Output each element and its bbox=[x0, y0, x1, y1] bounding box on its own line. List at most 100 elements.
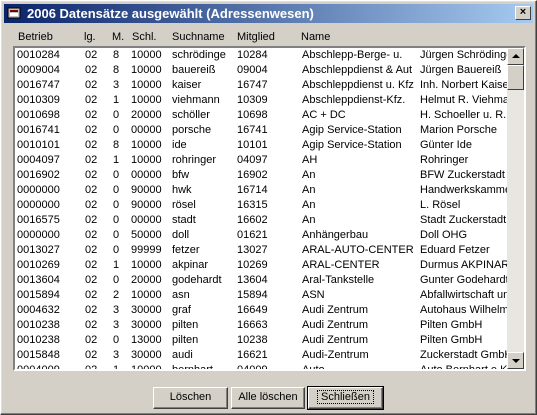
table-row[interactable]: 0013604 02 0 20000 godehardt 13604 Aral-Tankst… bbox=[15, 273, 509, 288]
table-cell: 1 bbox=[113, 154, 120, 166]
table-cell: godehardt bbox=[172, 274, 222, 286]
table-cell: 16649 bbox=[237, 304, 268, 316]
table-cell: 0 bbox=[113, 274, 120, 286]
table-cell: 13000 bbox=[131, 334, 162, 346]
table-row[interactable]: 0016902 02 0 00000 bfw 16902 An BFW Zuckerstadt… bbox=[15, 168, 509, 183]
table-row[interactable]: 0016747 02 3 10000 kaiser 16747 Abschleppdiens… bbox=[15, 78, 509, 93]
table-row[interactable]: 0010269 02 1 10000 akpinar 10269 ARAL-CENTER Du… bbox=[15, 258, 509, 273]
table-cell: Pilten GmbH bbox=[420, 334, 483, 346]
table-row[interactable]: 0010238 02 3 30000 pilten 16663 Audi Zentrum Pi… bbox=[15, 318, 509, 333]
table-cell: 0010238 bbox=[17, 334, 60, 346]
table-row[interactable]: 0004632 02 3 30000 graf 16649 Audi Zentrum Auto… bbox=[15, 303, 509, 318]
table-cell: 02 bbox=[85, 349, 98, 361]
table-cell: 0010269 bbox=[17, 259, 60, 271]
table-cell: porsche bbox=[172, 124, 212, 136]
table-row[interactable]: 0010284 02 8 10000 schrödinge 10284 Abschlepp-… bbox=[15, 48, 509, 63]
table-cell: 10000 bbox=[131, 49, 162, 61]
arrow-up-icon bbox=[512, 54, 520, 58]
table-cell: 0016575 bbox=[17, 214, 60, 226]
app-icon bbox=[7, 7, 21, 19]
table-row[interactable]: 0015848 02 3 30000 audi 16621 Audi-Zentrum Zuck… bbox=[15, 348, 509, 363]
table-cell: Pilten GmbH bbox=[420, 319, 483, 331]
table-cell: 0010309 bbox=[17, 94, 60, 106]
table-row[interactable]: 0000000 02 0 90000 hwk 16714 An Handwerkskammer… bbox=[15, 183, 509, 198]
table-cell: hwk bbox=[172, 184, 192, 196]
table-cell: 90000 bbox=[131, 184, 162, 196]
table-cell: 8 bbox=[113, 139, 120, 151]
table-cell: 0016741 bbox=[17, 124, 60, 136]
table-cell: 16315 bbox=[237, 199, 268, 211]
table-cell: Audi Zentrum bbox=[302, 334, 369, 346]
table-row[interactable]: 0010309 02 1 10000 viehmann 10309 Abschleppdie… bbox=[15, 93, 509, 108]
table-cell: 1 bbox=[113, 364, 129, 369]
table-cell: 00000 bbox=[131, 169, 162, 181]
table-cell: 02 bbox=[85, 199, 98, 211]
table-cell: Durmus AKPINAR bbox=[420, 259, 509, 271]
table-cell: 0004097 bbox=[17, 154, 60, 166]
delete-all-button[interactable]: Alle löschen bbox=[231, 387, 305, 409]
table-cell: ARAL-CENTER bbox=[302, 259, 380, 271]
close-button[interactable]: Schließen bbox=[307, 386, 384, 410]
table-cell: 10000 bbox=[131, 139, 162, 151]
table-cell: Aral-Tankstelle bbox=[302, 274, 375, 286]
table-cell: 01621 bbox=[237, 229, 268, 241]
table-row[interactable]: 0013027 02 0 99999 fetzer 13027 ARAL-AUTO-CENT… bbox=[15, 243, 509, 258]
table-row[interactable]: 0000000 02 0 90000 rösel 16315 An L. Rösel bbox=[15, 198, 509, 213]
table-cell: 8 bbox=[113, 49, 120, 61]
delete-button[interactable]: Löschen bbox=[153, 387, 228, 409]
table-cell: Audi-Zentrum bbox=[302, 349, 369, 361]
table-cell: Agip Service-Station bbox=[302, 139, 402, 151]
table-cell: Auto bbox=[302, 364, 419, 369]
scroll-down-button[interactable] bbox=[507, 352, 524, 369]
table-cell: 50000 bbox=[131, 229, 162, 241]
table-cell: Abschlepp-Berge- u. bbox=[302, 49, 403, 61]
table-cell: 02 bbox=[85, 49, 98, 61]
table-cell: BFW Zuckerstadt gGmbH bbox=[420, 169, 509, 181]
table-cell: 10000 bbox=[131, 79, 162, 91]
close-window-button[interactable]: × bbox=[515, 6, 531, 20]
table-cell: 0 bbox=[113, 169, 120, 181]
scroll-up-button[interactable] bbox=[507, 48, 524, 65]
table-row[interactable]: 0010101 02 8 10000 ide 10101 Agip Service-Stat… bbox=[15, 138, 509, 153]
table-cell: stadt bbox=[172, 214, 196, 226]
table-cell: 0 bbox=[113, 334, 120, 346]
table-cell: 10284 bbox=[237, 49, 268, 61]
scroll-thumb[interactable] bbox=[507, 65, 524, 90]
table-cell: 02 bbox=[85, 259, 98, 271]
table-row[interactable]: 0004097 02 1 10000 rohringer 04097 AH Rohringer bbox=[15, 153, 509, 168]
table-cell: 10269 bbox=[237, 259, 268, 271]
table-cell: 0016747 bbox=[17, 79, 60, 91]
table-cell: schrödinge bbox=[172, 49, 226, 61]
table-row[interactable]: 0015894 02 2 10000 asn 15894 ASN Abfallwirtscha… bbox=[15, 288, 509, 303]
table-row[interactable]: 0004009 02 110000bernhart04009AutoAuto Ber… bbox=[15, 363, 509, 369]
table-row[interactable]: 0010698 02 0 20000 schöller 10698 AC + DC H. Sc… bbox=[15, 108, 509, 123]
table-cell: 15894 bbox=[237, 289, 268, 301]
table-cell: bfw bbox=[172, 169, 190, 181]
table-cell: 10000 bbox=[131, 364, 169, 369]
table-cell: AH bbox=[302, 154, 318, 166]
table-cell: 02 bbox=[85, 184, 98, 196]
title-bar[interactable]: 2006 Datensätze ausgewählt (Adressenwese… bbox=[4, 4, 533, 23]
table-cell: Zuckerstadt GmbH bbox=[420, 349, 509, 361]
table-cell: ide bbox=[172, 139, 187, 151]
table-row[interactable]: 0000000 02 0 50000 doll 01621 Anhängerbau Doll … bbox=[15, 228, 509, 243]
table-cell: audi bbox=[172, 349, 193, 361]
table-row[interactable]: 0009004 02 8 10000 bauereiß 09004 Abschleppdie… bbox=[15, 63, 509, 78]
records-list[interactable]: 0010284 02 8 10000 schrödinge 10284 Abschlepp-… bbox=[15, 48, 509, 369]
table-cell: rösel bbox=[172, 199, 196, 211]
table-row[interactable]: 0016741 02 0 00000 porsche 16741 Agip Service-… bbox=[15, 123, 509, 138]
table-row[interactable]: 0010238 02 0 13000 pilten 10238 Audi Zentrum Pi… bbox=[15, 333, 509, 348]
table-cell: Inh. Norbert Kaiser e.K. bbox=[420, 79, 509, 91]
column-header-mitglied: Mitglied bbox=[237, 31, 275, 43]
table-cell: 00000 bbox=[131, 124, 162, 136]
records-listbox[interactable]: 0010284 02 8 10000 schrödinge 10284 Abschlepp-… bbox=[13, 46, 526, 371]
vertical-scrollbar[interactable] bbox=[507, 48, 524, 369]
table-cell: 10000 bbox=[131, 259, 162, 271]
table-cell: 02 bbox=[85, 274, 98, 286]
table-cell: 04009 bbox=[237, 364, 300, 369]
table-cell: 3 bbox=[113, 79, 120, 91]
table-cell: pilten bbox=[172, 334, 199, 346]
table-row[interactable]: 0016575 02 0 00000 stadt 16602 An Stadt Zuckers… bbox=[15, 213, 509, 228]
table-cell: 0015848 bbox=[17, 349, 60, 361]
table-cell: Stadt Zuckerstadt bbox=[420, 214, 507, 226]
